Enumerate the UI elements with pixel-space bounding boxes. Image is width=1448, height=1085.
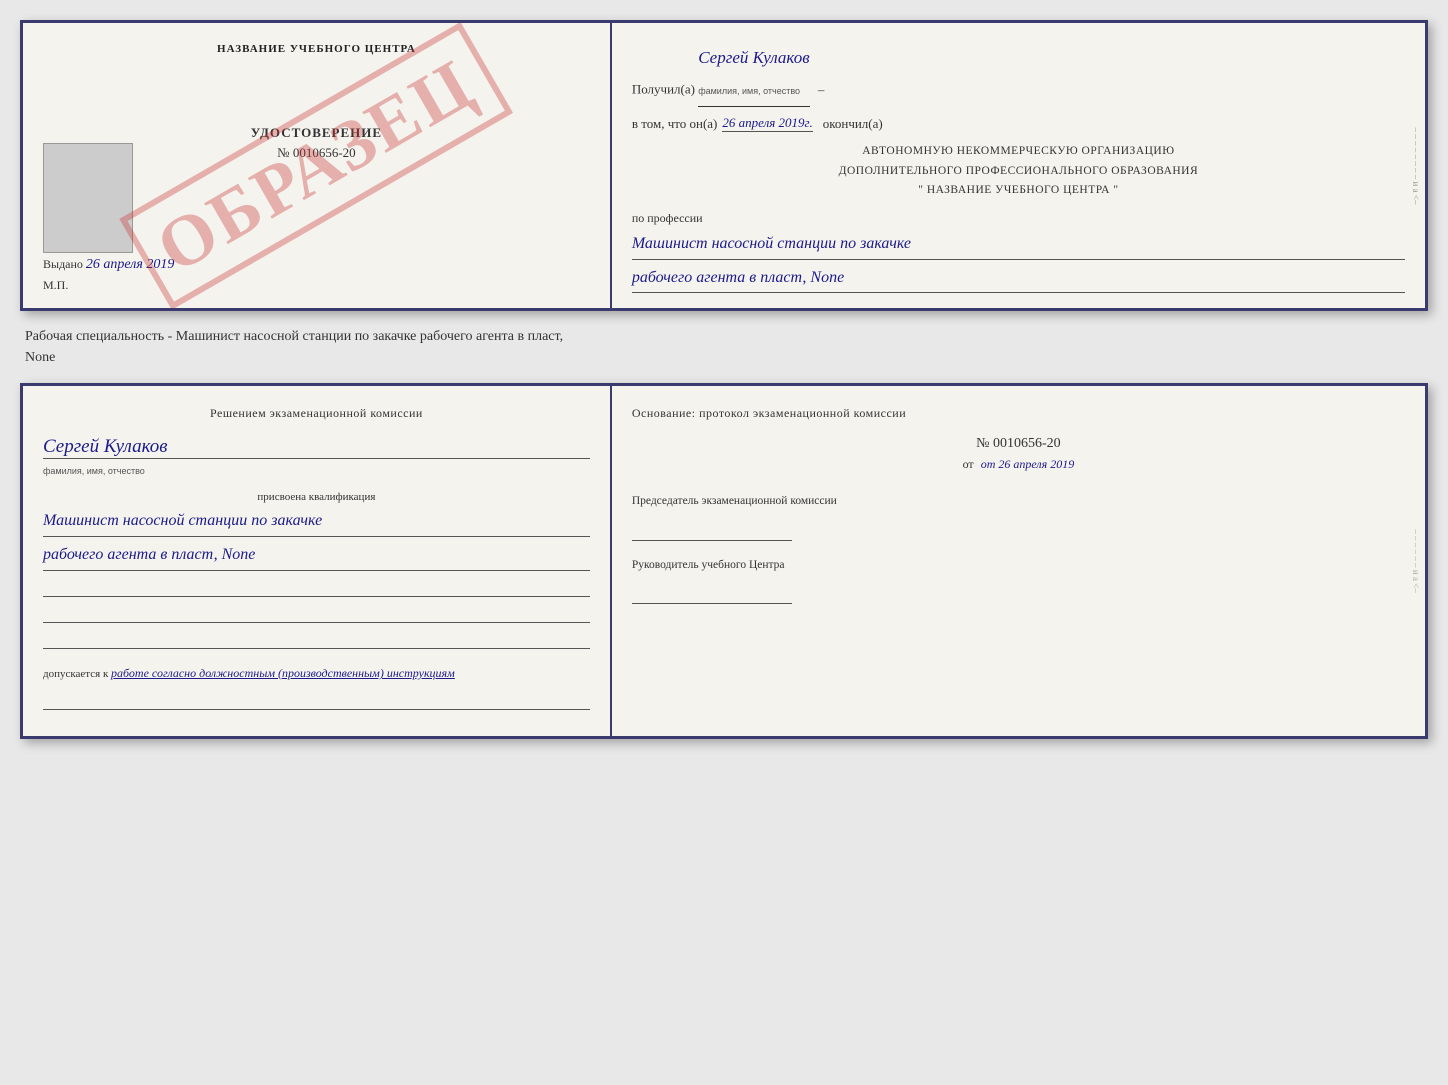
profession-line1: Машинист насосной станции по закачке	[632, 230, 1405, 260]
date-value: 26 апреля 2019г.	[722, 115, 812, 132]
top-doc-left: НАЗВАНИЕ УЧЕБНОГО ЦЕНТРА УДОСТОВЕРЕНИЕ №…	[23, 23, 612, 308]
date-line: в том, что он(а) 26 апреля 2019г. окончи…	[632, 115, 1405, 132]
org-line2: ДОПОЛНИТЕЛЬНОГО ПРОФЕССИОНАЛЬНОГО ОБРАЗО…	[632, 162, 1405, 182]
dash: –	[818, 82, 825, 97]
underline3	[43, 629, 590, 649]
person-name-block: Сергей Кулаков фамилия, имя, отчество	[43, 436, 590, 479]
chairman-block: Председатель экзаменационной комиссии	[632, 492, 1405, 540]
ot-label: от	[963, 457, 974, 471]
dopuskaetsya-label: допускается к	[43, 668, 108, 680]
between-line1: Рабочая специальность - Машинист насосно…	[25, 326, 1428, 347]
qualification-label: присвоена квалификация	[43, 491, 590, 503]
protocol-number: № 0010656-20	[632, 436, 1405, 452]
org-line1: АВТОНОМНУЮ НЕКОММЕРЧЕСКУЮ ОРГАНИЗАЦИЮ	[632, 142, 1405, 162]
vydano-label: Выдано	[43, 257, 83, 271]
org-block: АВТОНОМНУЮ НЕКОММЕРЧЕСКУЮ ОРГАНИЗАЦИЮ ДО…	[632, 142, 1405, 201]
right-margin-decoration-bottom: – – – – – – и а <–	[1411, 529, 1421, 592]
underline2	[43, 603, 590, 623]
bottom-document: Решением экзаменационной комиссии Сергей…	[20, 383, 1428, 738]
between-text: Рабочая специальность - Машинист насосно…	[20, 321, 1428, 373]
person-name: Сергей Кулаков	[43, 436, 590, 459]
bottom-doc-right: Основание: протокол экзаменационной коми…	[612, 386, 1425, 735]
profession-block: по профессии Машинист насосной станции п…	[632, 211, 1405, 294]
udostoverenie-label: УДОСТОВЕРЕНИЕ	[43, 125, 590, 141]
recipient-line: Получил(а) Сергей Кулаков фамилия, имя, …	[632, 43, 1405, 107]
protocol-date: от от 26 апреля 2019	[632, 457, 1405, 472]
chairman-label: Председатель экзаменационной комиссии	[632, 492, 1405, 510]
head-signature-line	[632, 579, 792, 604]
date-end: окончил(а)	[823, 116, 883, 132]
date-label: в том, что он(а)	[632, 116, 718, 132]
recipient-label: Получил(а)	[632, 82, 695, 97]
head-label: Руководитель учебного Центра	[632, 556, 1405, 574]
commission-title: Решением экзаменационной комиссии	[43, 406, 590, 421]
qual-line1: Машинист насосной станции по закачке	[43, 507, 590, 537]
top-document: НАЗВАНИЕ УЧЕБНОГО ЦЕНТРА УДОСТОВЕРЕНИЕ №…	[20, 20, 1428, 311]
between-line2: None	[25, 347, 1428, 368]
profession-label: по профессии	[632, 211, 1405, 226]
osnovanie-title: Основание: протокол экзаменационной коми…	[632, 406, 1405, 421]
chairman-signature-line	[632, 516, 792, 541]
top-doc-right: Получил(а) Сергей Кулаков фамилия, имя, …	[612, 23, 1425, 308]
underline1	[43, 577, 590, 597]
qual-line2: рабочего агента в пласт, None	[43, 541, 590, 571]
recipient-hint: фамилия, имя, отчество	[698, 86, 800, 96]
recipient-name: Сергей Кулаков фамилия, имя, отчество	[698, 43, 809, 107]
photo-placeholder	[43, 143, 133, 253]
dopuskaetsya-italic: работе согласно должностным (производств…	[111, 666, 455, 680]
right-margin-decoration: – – – – – – – – и а <–	[1411, 127, 1421, 204]
bottom-doc-left: Решением экзаменационной комиссии Сергей…	[23, 386, 612, 735]
top-left-title: НАЗВАНИЕ УЧЕБНОГО ЦЕНТРА	[43, 43, 590, 55]
profession-line2: рабочего агента в пласт, None	[632, 264, 1405, 294]
org-line3: " НАЗВАНИЕ УЧЕБНОГО ЦЕНТРА "	[632, 181, 1405, 201]
mp-label: М.П.	[43, 278, 590, 293]
vydano-date: 26 апреля 2019	[86, 257, 174, 272]
dopuskaetsya-block: допускается к работе согласно должностны…	[43, 664, 590, 684]
page-wrapper: НАЗВАНИЕ УЧЕБНОГО ЦЕНТРА УДОСТОВЕРЕНИЕ №…	[20, 20, 1428, 739]
person-name-hint: фамилия, имя, отчество	[43, 466, 145, 476]
underline4	[43, 690, 590, 710]
head-block: Руководитель учебного Центра	[632, 556, 1405, 604]
protocol-date-value: от 26 апреля 2019	[981, 457, 1075, 471]
